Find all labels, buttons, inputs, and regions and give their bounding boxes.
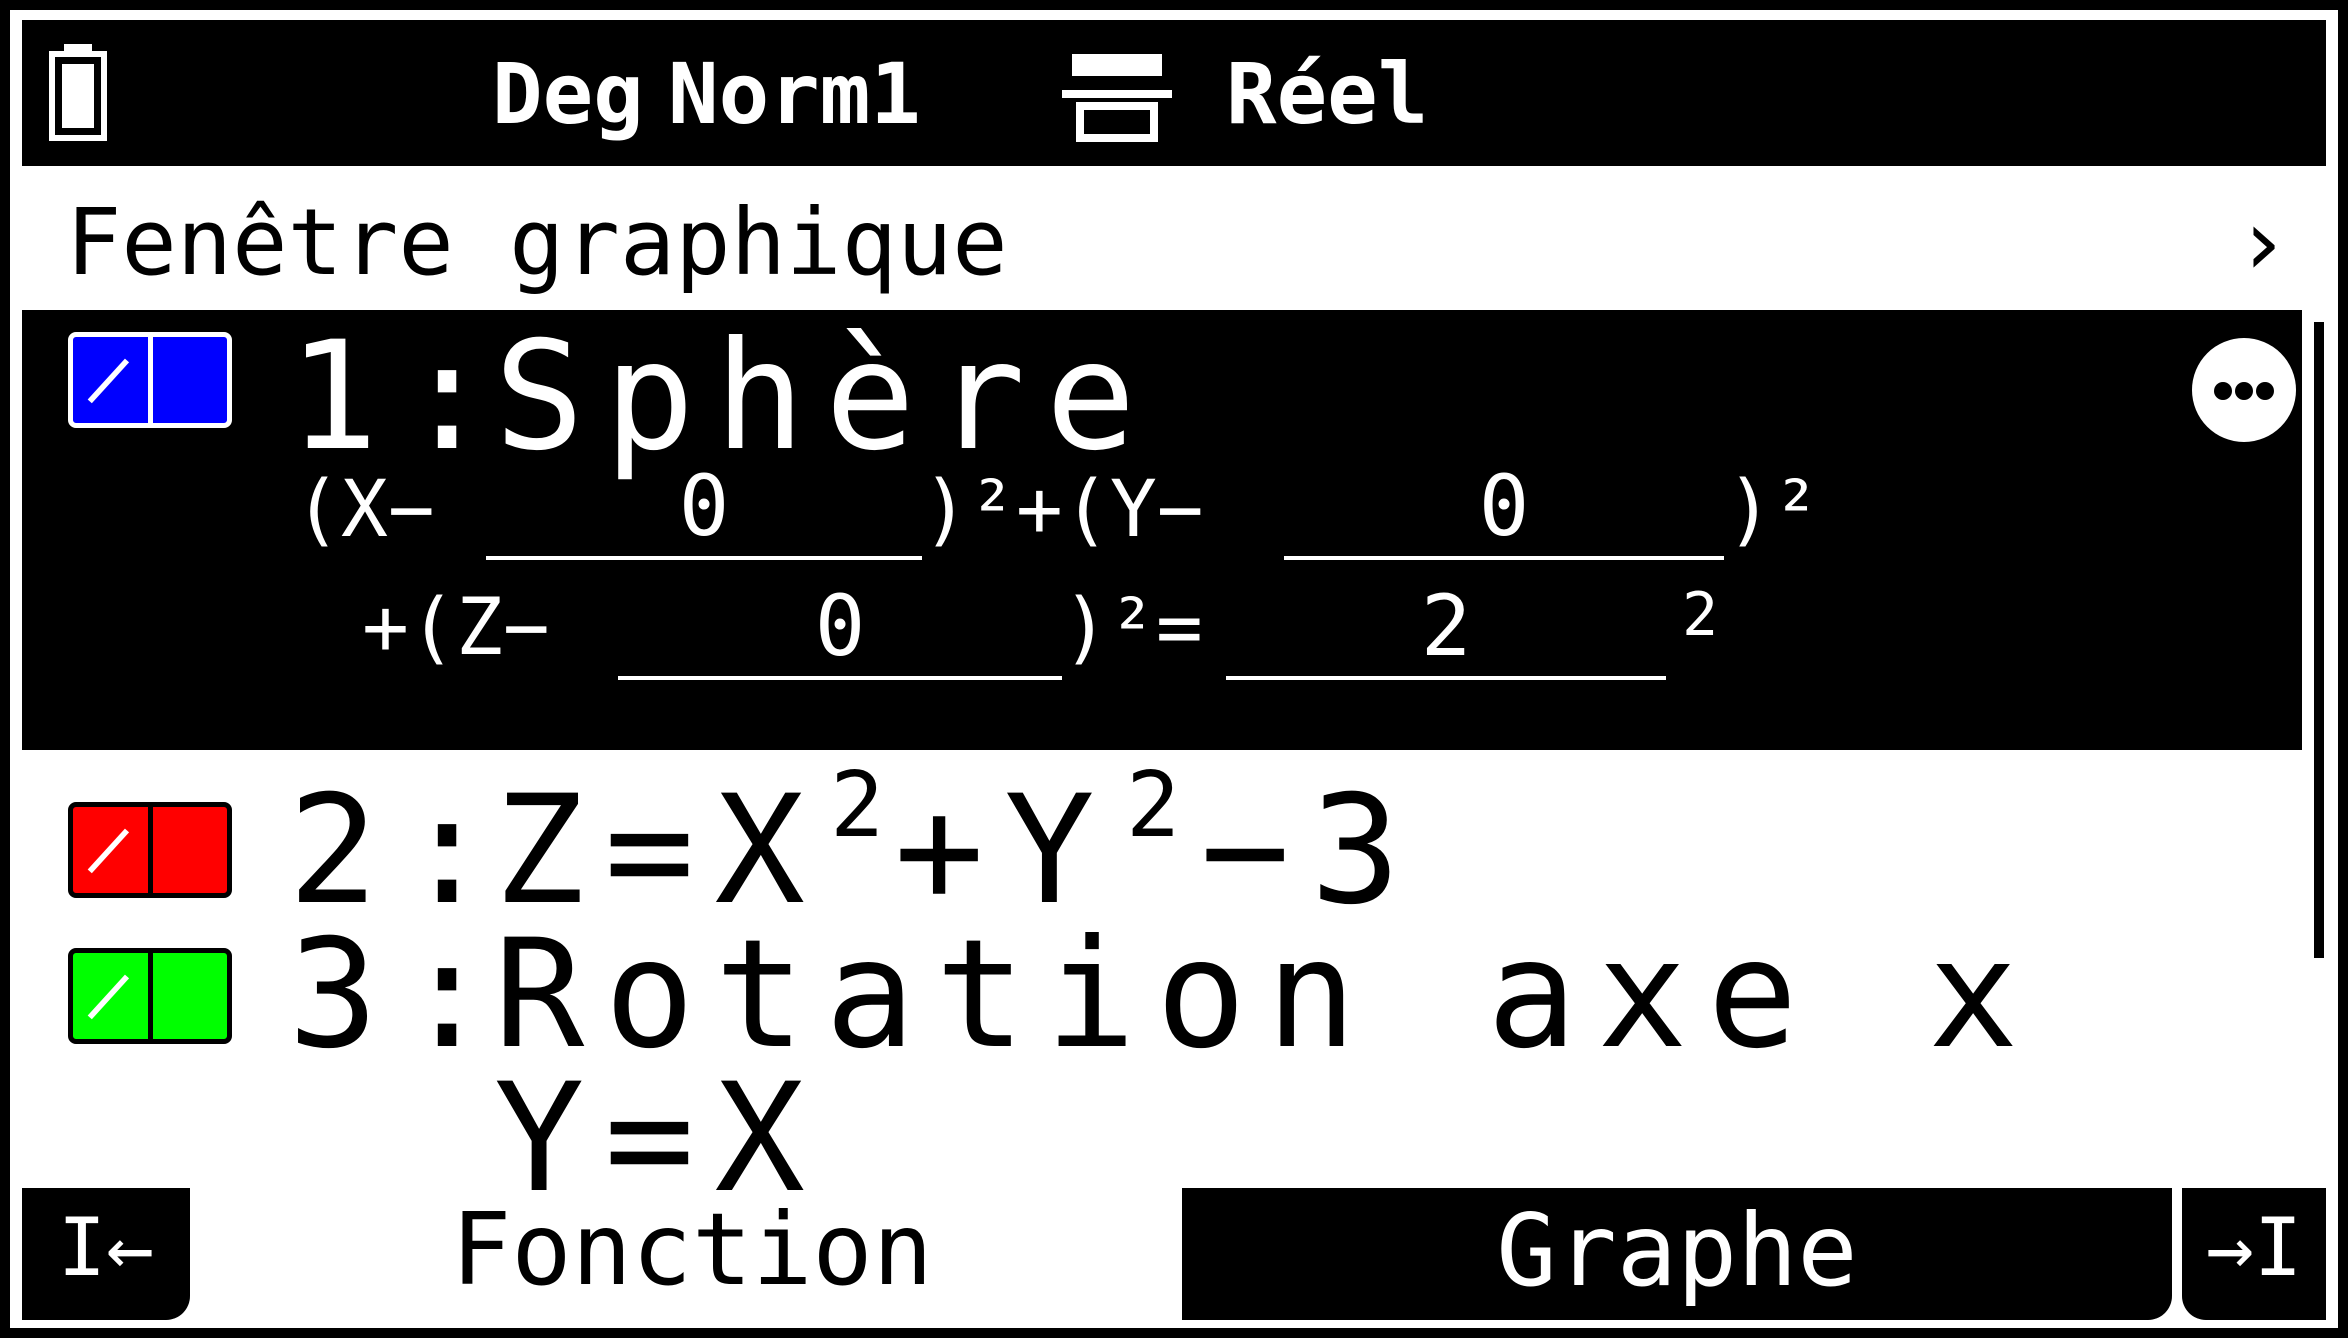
exponent: 2	[1126, 753, 1181, 858]
function-index: 3	[288, 908, 399, 1082]
function-index: 1	[288, 310, 399, 484]
graph-toggle-2[interactable]	[68, 802, 232, 898]
color-swatch	[147, 337, 228, 423]
status-bar: Deg Norm1 Réel	[22, 20, 2326, 166]
z-center-field[interactable]: 0	[618, 576, 1062, 680]
function-row-1[interactable]: 1 : Sphère (X− 0 )²+(Y− 0 )² +(Z− 0 )²= …	[22, 310, 2302, 750]
z-term-prefix: +(Z−	[362, 583, 550, 673]
battery-icon	[49, 44, 107, 141]
scrollbar[interactable]	[2314, 322, 2324, 958]
exponent: 2	[830, 753, 885, 858]
line-style-icon	[73, 953, 148, 1039]
first-page-button[interactable]: I←	[22, 1188, 190, 1320]
line-style-icon	[73, 807, 148, 893]
function-row-3[interactable]: 3 : Rotation axe x Y=X	[22, 910, 2302, 1224]
graph-toggle-3[interactable]	[68, 948, 232, 1044]
more-options-icon[interactable]	[2192, 338, 2296, 442]
display-mode-icon	[1062, 54, 1172, 142]
color-swatch	[147, 953, 228, 1039]
graph-window-row[interactable]: Fenêtre graphique ›	[22, 180, 2326, 310]
x-center-field[interactable]: 0	[486, 456, 922, 560]
z-term-suffix: )²=	[1062, 583, 1203, 673]
calculator-screen: Deg Norm1 Réel Fenêtre graphique › 1 : S…	[10, 10, 2338, 1328]
complex-mode: Réel	[1226, 45, 1429, 143]
tab-graph[interactable]: Graphe	[1182, 1188, 2172, 1320]
last-page-button[interactable]: →I	[2182, 1188, 2326, 1320]
page-title: Fenêtre graphique	[66, 189, 1008, 296]
chevron-right-icon: ›	[2234, 189, 2290, 296]
tab-function[interactable]: Fonction	[242, 1180, 1142, 1326]
bottom-tabs: I← Fonction Graphe →I	[22, 1180, 2326, 1326]
y-center-field[interactable]: 0	[1284, 456, 1724, 560]
y-term-suffix: )²	[1726, 465, 1820, 555]
line-style-icon	[73, 337, 148, 423]
angle-mode: Deg	[492, 45, 644, 143]
radius-field[interactable]: 2	[1226, 576, 1666, 680]
y-term-prefix: )²+(Y−	[922, 465, 1204, 555]
function-row-2[interactable]: 2 : Z=X 2 +Y 2 −3	[22, 753, 2302, 936]
x-term-prefix: (X−	[294, 465, 435, 555]
radius-exponent: 2	[1682, 580, 1719, 650]
color-swatch	[147, 807, 228, 893]
graph-toggle-1[interactable]	[68, 332, 232, 428]
display-format: Norm1	[668, 45, 921, 143]
